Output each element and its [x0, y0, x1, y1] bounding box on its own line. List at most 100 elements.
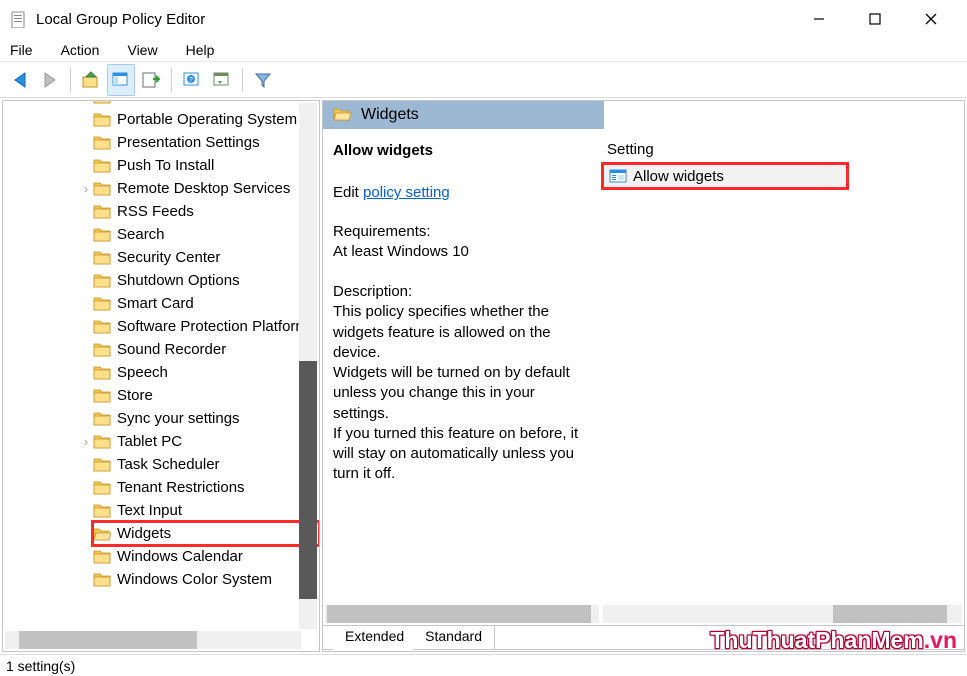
tree-item[interactable]: Widgets [93, 522, 319, 545]
tree-item-label: Sync your settings [117, 410, 240, 427]
description-label: Description: [333, 282, 591, 302]
main-split: OOBE Portable Operating SystemPresentatio… [0, 98, 967, 654]
tree-list[interactable]: OOBE Portable Operating SystemPresentatio… [3, 101, 319, 591]
show-hide-tree-button[interactable] [107, 64, 135, 96]
tree-horizontal-scrollbar[interactable] [5, 631, 301, 649]
up-button[interactable] [77, 64, 105, 96]
tree-item[interactable]: Shutdown Options [93, 269, 319, 292]
tree-item[interactable]: Sound Recorder [93, 338, 319, 361]
setting-icon [609, 167, 627, 185]
toolbar-separator [171, 68, 172, 92]
folder-icon [93, 180, 111, 198]
toolbar [0, 62, 967, 98]
tree-item[interactable]: Task Scheduler [93, 453, 319, 476]
pane-title: Widgets [361, 106, 419, 124]
folder-icon [93, 364, 111, 382]
menu-view[interactable]: View [113, 40, 171, 60]
tree-item-label: Smart Card [117, 295, 194, 312]
settings-column: Setting Allow widgets [601, 129, 964, 625]
content-pane: Widgets Allow widgets Edit policy settin… [322, 100, 965, 652]
folder-icon [93, 134, 111, 152]
folder-open-icon [333, 105, 353, 125]
tree-item[interactable]: Sync your settings [93, 407, 319, 430]
toolbar-separator [242, 68, 243, 92]
tree-item-label: Speech [117, 364, 168, 381]
requirements-value: At least Windows 10 [333, 242, 591, 262]
help-button[interactable] [178, 64, 206, 96]
minimize-button[interactable] [791, 1, 847, 37]
forward-button[interactable] [36, 64, 64, 96]
window-title: Local Group Policy Editor [36, 11, 205, 28]
tree-item-label: Software Protection Platform [117, 318, 308, 335]
tree-item-label: OOBE [117, 101, 160, 105]
folder-icon [93, 571, 111, 589]
folder-icon [93, 433, 111, 451]
tree-item-label: Security Center [117, 249, 220, 266]
folder-icon [93, 157, 111, 175]
menubar: File Action View Help [0, 38, 967, 62]
tree-item[interactable]: Store [93, 384, 319, 407]
export-list-button[interactable] [137, 64, 165, 96]
description-horizontal-scrollbar[interactable] [325, 605, 599, 623]
tree-item[interactable]: ›Remote Desktop Services [93, 177, 319, 200]
tree-pane: OOBE Portable Operating SystemPresentatio… [2, 100, 320, 652]
tree-item-label: Task Scheduler [117, 456, 220, 473]
maximize-button[interactable] [847, 1, 903, 37]
chevron-right-icon[interactable]: › [79, 435, 93, 449]
folder-icon [93, 111, 111, 129]
settings-horizontal-scrollbar[interactable] [603, 605, 962, 623]
tree-item[interactable]: Software Protection Platform [93, 315, 319, 338]
tree-item[interactable]: Windows Color System [93, 568, 319, 591]
close-button[interactable] [903, 1, 959, 37]
tree-item[interactable]: Portable Operating System [93, 108, 319, 131]
tabs-row: Extended Standard [323, 625, 964, 651]
tab-standard[interactable]: Standard [413, 626, 495, 650]
folder-icon [93, 249, 111, 267]
folder-icon [93, 203, 111, 221]
tree-item-label: Search [117, 226, 165, 243]
folder-icon [93, 456, 111, 474]
chevron-right-icon[interactable]: › [79, 182, 93, 196]
folder-icon [93, 387, 111, 405]
tree-item[interactable]: Speech [93, 361, 319, 384]
tree-item[interactable]: RSS Feeds [93, 200, 319, 223]
folder-icon [93, 502, 111, 520]
tree-item-label: Tenant Restrictions [117, 479, 245, 496]
tree-item[interactable]: Search [93, 223, 319, 246]
folder-icon [93, 101, 111, 106]
tree-item[interactable]: Push To Install [93, 154, 319, 177]
settings-column-header[interactable]: Setting [601, 141, 964, 164]
tree-item[interactable]: Tenant Restrictions [93, 476, 319, 499]
tree-item-label: Sound Recorder [117, 341, 226, 358]
setting-row[interactable]: Allow widgets [603, 164, 847, 188]
titlebar: Local Group Policy Editor [0, 0, 967, 38]
app-icon [8, 9, 28, 29]
tree-item[interactable]: Smart Card [93, 292, 319, 315]
tab-extended[interactable]: Extended [333, 626, 417, 650]
menu-help[interactable]: Help [172, 40, 229, 60]
tree-item[interactable]: Presentation Settings [93, 131, 319, 154]
folder-icon [93, 341, 111, 359]
tree-item-label: Text Input [117, 502, 182, 519]
folder-icon [93, 226, 111, 244]
tree-item-label: RSS Feeds [117, 203, 194, 220]
status-text: 1 setting(s) [6, 658, 75, 674]
tree-item[interactable]: Security Center [93, 246, 319, 269]
folder-open-icon [93, 525, 111, 543]
tree-item[interactable]: ›Tablet PC [93, 430, 319, 453]
back-button[interactable] [6, 64, 34, 96]
statusbar: 1 setting(s) [0, 654, 967, 676]
preview-button[interactable] [208, 64, 236, 96]
edit-prefix: Edit [333, 184, 363, 201]
edit-policy-link[interactable]: policy setting [363, 184, 450, 201]
toolbar-separator [70, 68, 71, 92]
tree-item[interactable]: OOBE [93, 101, 319, 108]
filter-button[interactable] [249, 64, 277, 96]
tree-vertical-scrollbar[interactable] [299, 103, 317, 629]
folder-icon [93, 548, 111, 566]
tree-item[interactable]: Text Input [93, 499, 319, 522]
menu-file[interactable]: File [0, 40, 47, 60]
tree-item[interactable]: Windows Calendar [93, 545, 319, 568]
tree-item-label: Tablet PC [117, 433, 182, 450]
menu-action[interactable]: Action [47, 40, 114, 60]
